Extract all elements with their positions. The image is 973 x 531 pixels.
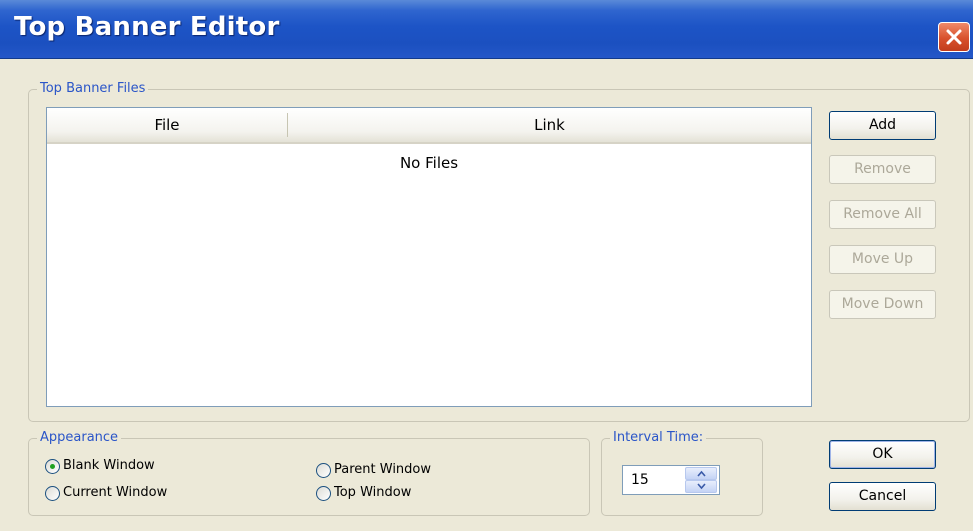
title-bar[interactable]: Top Banner Editor — [0, 0, 973, 59]
spin-up-button[interactable] — [685, 467, 717, 480]
radio-circle — [45, 459, 60, 474]
radio-label: Top Window — [334, 485, 412, 500]
interval-spinbox[interactable]: 15 — [622, 465, 720, 495]
column-header-file[interactable]: File — [47, 108, 287, 142]
radio-selected-dot — [50, 464, 55, 469]
files-group-legend: Top Banner Files — [37, 81, 149, 96]
appearance-group-legend: Appearance — [37, 430, 122, 445]
column-header-link[interactable]: Link — [288, 108, 811, 142]
radio-label: Blank Window — [63, 458, 155, 473]
close-button[interactable] — [938, 22, 970, 52]
radio-circle — [45, 486, 60, 501]
appearance-groupbox: Appearance — [28, 430, 590, 516]
interval-value[interactable]: 15 — [631, 472, 649, 488]
radio-label: Parent Window — [334, 462, 432, 477]
remove-button[interactable]: Remove — [829, 155, 936, 184]
move-up-button[interactable]: Move Up — [829, 245, 936, 274]
ok-button[interactable]: OK — [829, 440, 936, 469]
files-list[interactable]: File Link No Files — [46, 107, 812, 407]
empty-list-text: No Files — [399, 154, 459, 172]
move-down-button[interactable]: Move Down — [829, 290, 936, 319]
list-header: File Link — [47, 108, 811, 144]
add-button[interactable]: Add — [829, 111, 936, 140]
dialog-window: Top Banner Editor Top Banner Files File … — [0, 0, 973, 531]
window-title: Top Banner Editor — [14, 12, 280, 42]
radio-circle — [316, 463, 331, 478]
cancel-button[interactable]: Cancel — [829, 482, 936, 511]
radio-circle — [316, 486, 331, 501]
spin-down-button[interactable] — [685, 480, 717, 493]
remove-all-button[interactable]: Remove All — [829, 200, 936, 229]
radio-label: Current Window — [63, 485, 168, 500]
interval-group-legend: Interval Time: — [610, 430, 707, 445]
